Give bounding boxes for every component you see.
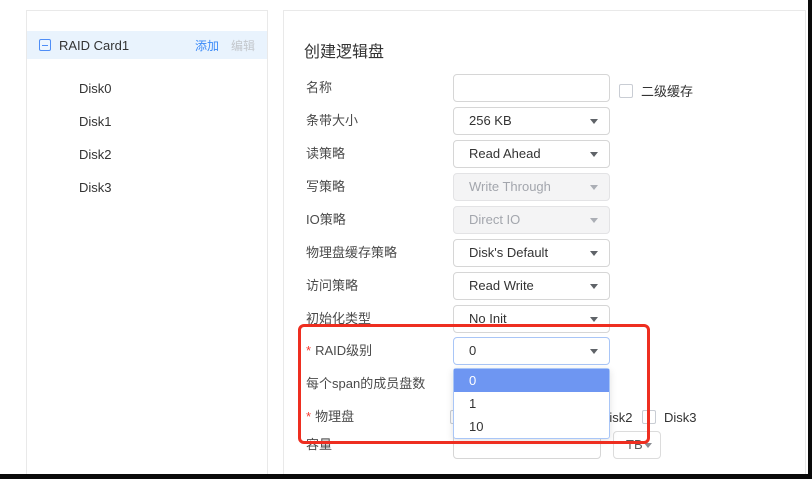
sidebar-item-disk3[interactable]: Disk3 [27, 171, 267, 204]
create-logical-disk-panel: 创建逻辑盘 名称 二级缓存 条带大小 256 KB 读策略 Read Ahead [283, 10, 806, 475]
edit-link[interactable]: 编辑 [231, 37, 255, 54]
write-policy-value: Write Through [469, 179, 551, 194]
secondary-cache-label: 二级缓存 [641, 81, 693, 100]
secondary-cache-checkbox[interactable] [619, 84, 633, 98]
access-policy-select[interactable]: Read Write [453, 272, 610, 300]
secondary-cache-group: 二级缓存 [619, 81, 693, 100]
name-input[interactable] [453, 74, 610, 102]
add-link[interactable]: 添加 [195, 37, 219, 54]
physical-disk3-option[interactable]: Disk3 [642, 403, 697, 431]
row-access-policy: 访问策略 Read Write [284, 272, 805, 300]
chevron-down-icon [590, 218, 598, 223]
write-policy-label: 写策略 [306, 173, 345, 201]
disk-cache-policy-select[interactable]: Disk's Default [453, 239, 610, 267]
stripe-size-label: 条带大小 [306, 107, 358, 135]
chevron-down-icon [644, 443, 652, 448]
row-read-policy: 读策略 Read Ahead [284, 140, 805, 168]
row-disk-cache-policy: 物理盘缓存策略 Disk's Default [284, 239, 805, 267]
sidebar-item-disk0[interactable]: Disk0 [27, 72, 267, 105]
row-raid-level: *RAID级别 0 [284, 337, 805, 365]
read-policy-select[interactable]: Read Ahead [453, 140, 610, 168]
init-type-select[interactable]: No Init [453, 305, 610, 333]
sidebar-item-disk1[interactable]: Disk1 [27, 105, 267, 138]
disk-cache-policy-label: 物理盘缓存策略 [306, 239, 397, 267]
read-policy-label: 读策略 [306, 140, 345, 168]
row-init-type: 初始化类型 No Init [284, 305, 805, 333]
physical-disks-label: *物理盘 [306, 403, 354, 431]
collapse-minus-icon[interactable] [39, 39, 51, 51]
row-name: 名称 二级缓存 [284, 74, 805, 102]
raid-tree-panel: RAID Card1 添加 编辑 Disk0 Disk1 Disk2 Disk3 [26, 10, 268, 475]
disk-list: Disk0 Disk1 Disk2 Disk3 [27, 72, 267, 204]
span-members-label: 每个span的成员盘数 [306, 370, 425, 398]
init-type-label: 初始化类型 [306, 305, 371, 333]
row-stripe-size: 条带大小 256 KB [284, 107, 805, 135]
raid-level-dropdown: 0 1 10 [453, 368, 610, 439]
chevron-down-icon [590, 119, 598, 124]
screenshot-border-bottom [0, 474, 812, 479]
disk-cache-policy-value: Disk's Default [469, 245, 548, 260]
disk3-checkbox[interactable] [642, 410, 656, 424]
raid-level-label: *RAID级别 [306, 337, 372, 365]
raid-config-page: RAID Card1 添加 编辑 Disk0 Disk1 Disk2 Disk3… [0, 0, 812, 479]
raid-level-select[interactable]: 0 [453, 337, 610, 365]
chevron-down-icon [590, 251, 598, 256]
raid-level-option-10[interactable]: 10 [454, 415, 609, 438]
chevron-down-icon [590, 317, 598, 322]
raid-level-option-0[interactable]: 0 [454, 369, 609, 392]
tree-node-label: RAID Card1 [59, 38, 195, 53]
read-policy-value: Read Ahead [469, 146, 541, 161]
capacity-unit-select[interactable]: TB [613, 431, 661, 459]
io-policy-label: IO策略 [306, 206, 346, 234]
name-label: 名称 [306, 74, 332, 102]
raid-level-option-1[interactable]: 1 [454, 392, 609, 415]
capacity-unit-value: TB [626, 437, 643, 452]
row-io-policy: IO策略 Direct IO [284, 206, 805, 234]
access-policy-label: 访问策略 [306, 272, 358, 300]
tree-node-raid-card[interactable]: RAID Card1 添加 编辑 [27, 31, 267, 59]
row-write-policy: 写策略 Write Through [284, 173, 805, 201]
stripe-size-value: 256 KB [469, 113, 512, 128]
stripe-size-select[interactable]: 256 KB [453, 107, 610, 135]
chevron-down-icon [590, 284, 598, 289]
chevron-down-icon [590, 349, 598, 354]
raid-level-value: 0 [469, 343, 476, 358]
page-title: 创建逻辑盘 [304, 38, 384, 62]
chevron-down-icon [590, 152, 598, 157]
access-policy-value: Read Write [469, 278, 534, 293]
init-type-value: No Init [469, 311, 507, 326]
sidebar-item-disk2[interactable]: Disk2 [27, 138, 267, 171]
screenshot-border-right [808, 0, 812, 479]
write-policy-select: Write Through [453, 173, 610, 201]
disk3-label: Disk3 [664, 410, 697, 425]
required-asterisk: * [306, 343, 311, 358]
chevron-down-icon [590, 185, 598, 190]
io-policy-select: Direct IO [453, 206, 610, 234]
io-policy-value: Direct IO [469, 212, 520, 227]
required-asterisk: * [306, 409, 311, 424]
capacity-label: 容量 [306, 431, 332, 459]
